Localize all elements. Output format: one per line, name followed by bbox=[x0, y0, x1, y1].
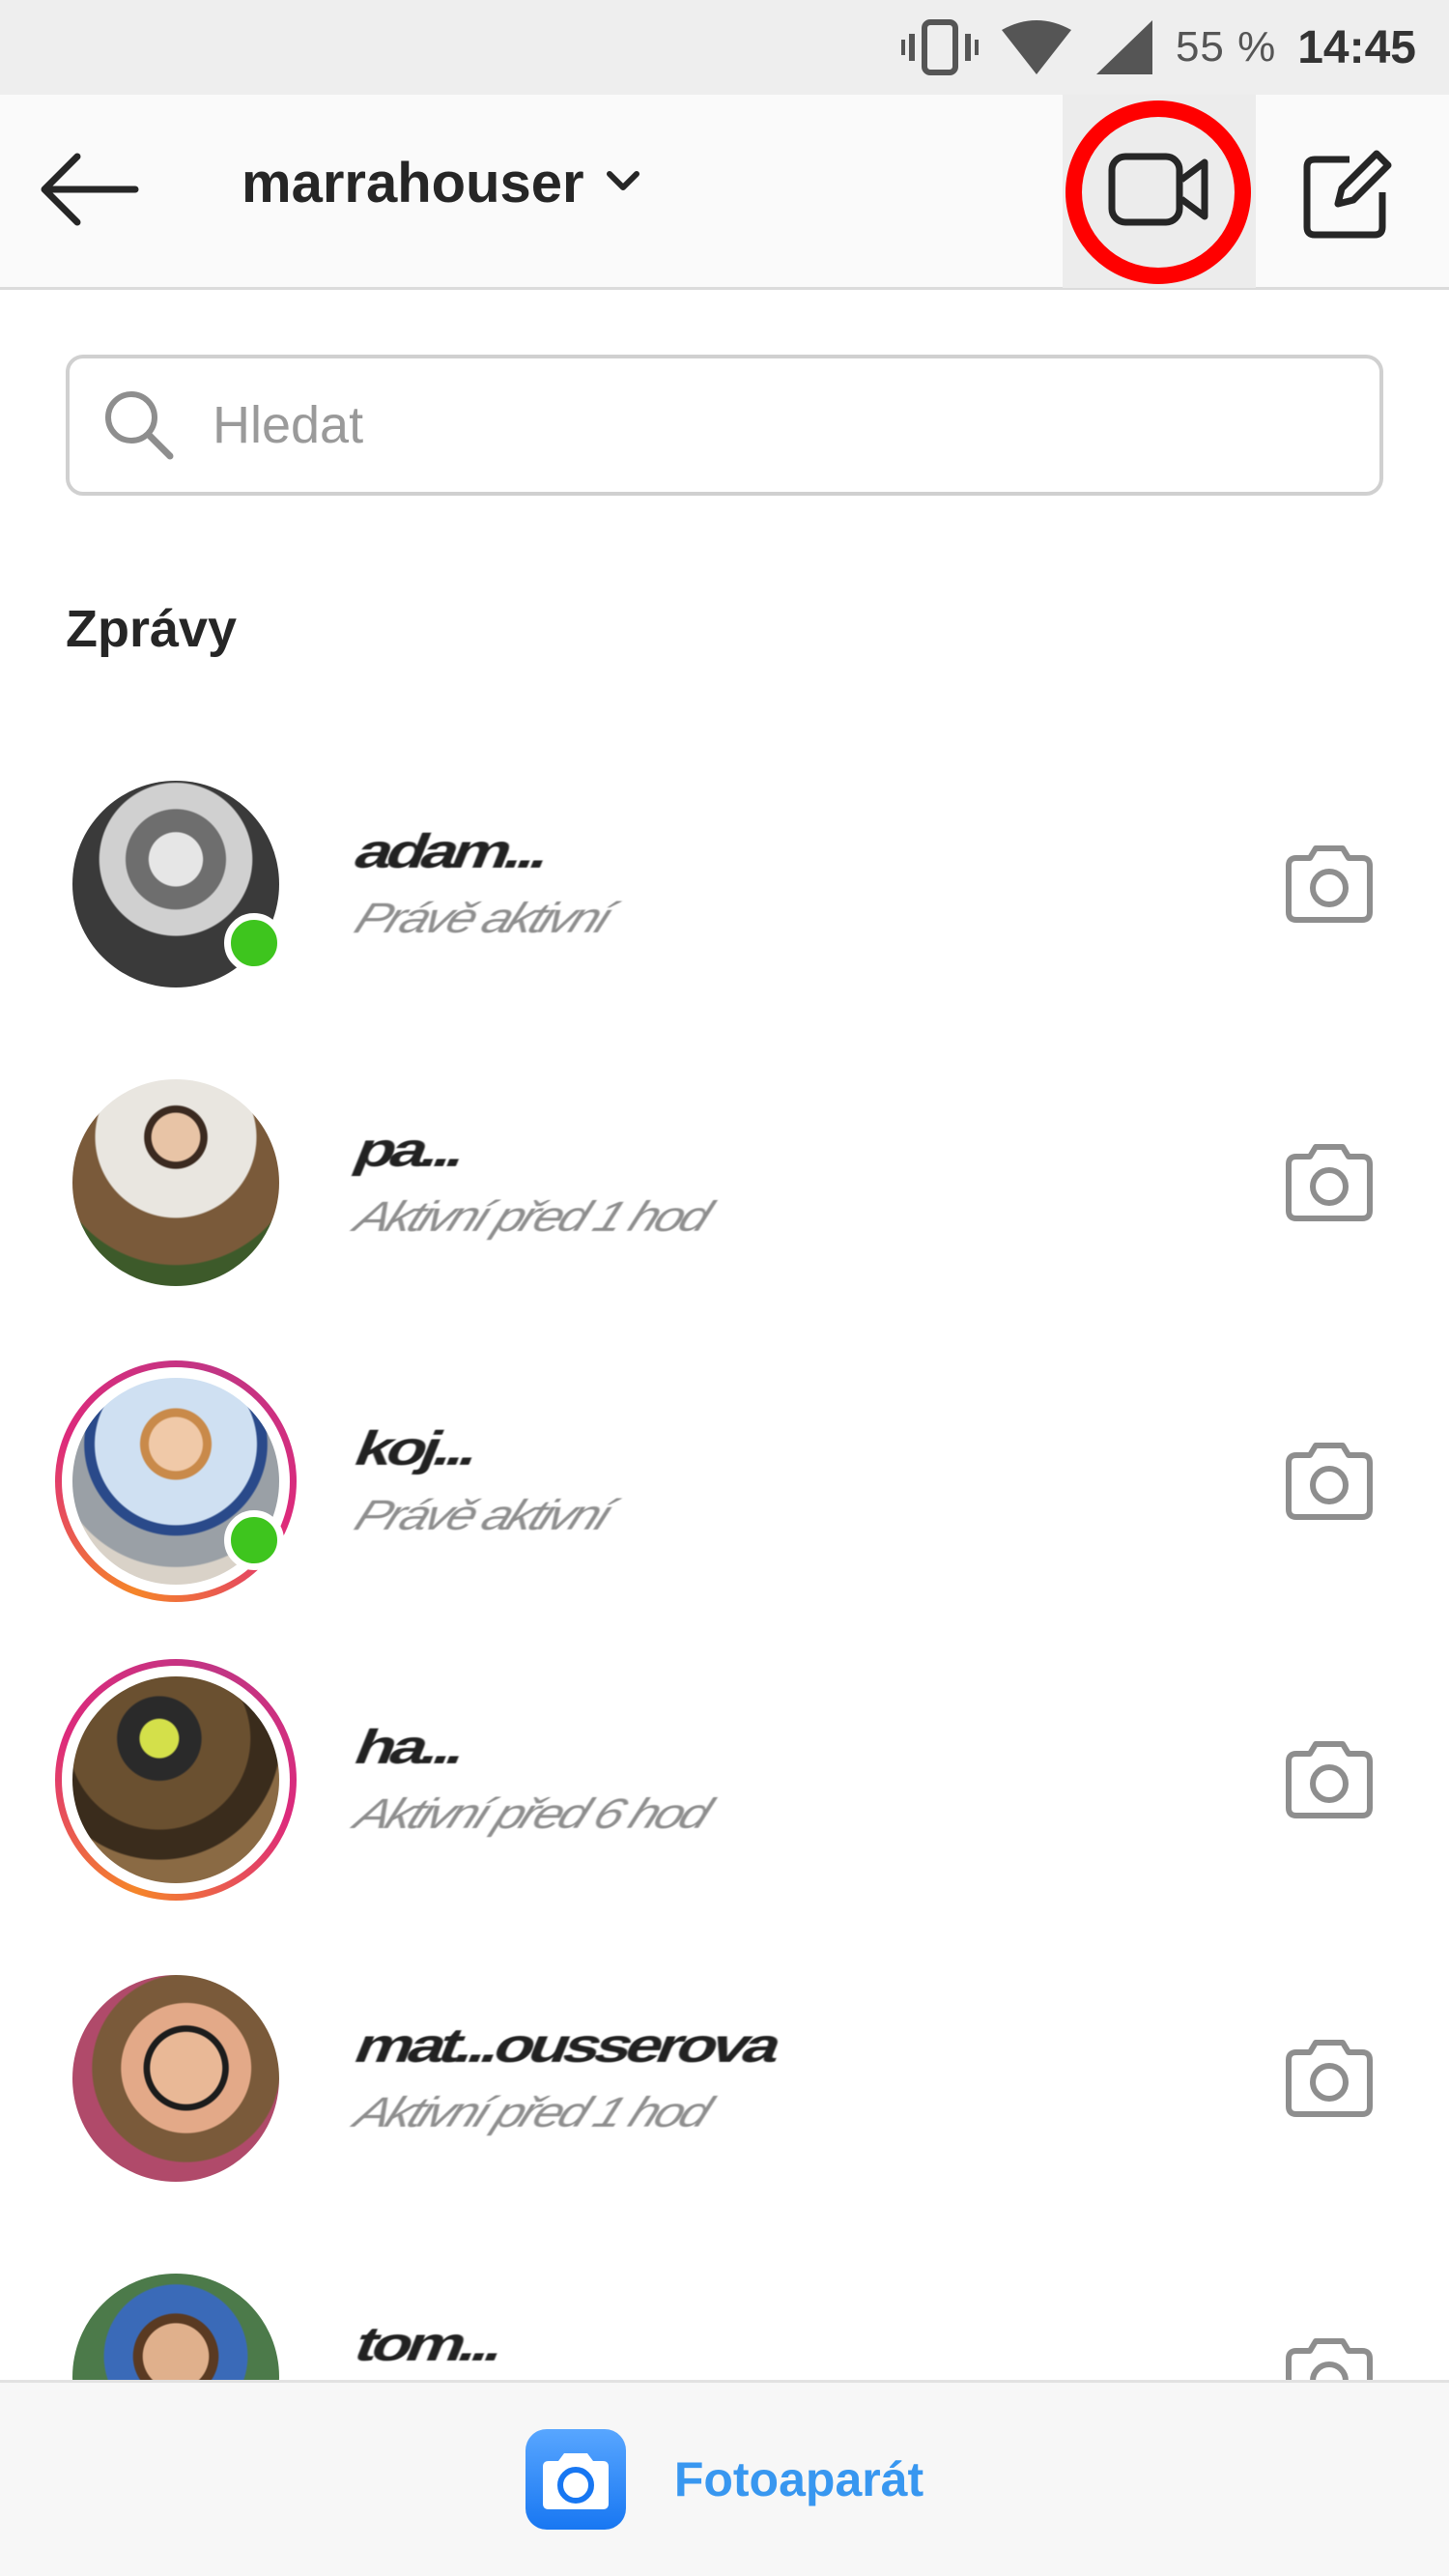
conversation-text: koj... Právě aktivní bbox=[347, 1420, 617, 1540]
status-bar: 55 % 14:45 bbox=[0, 0, 1449, 95]
conversation-list: adam... Právě aktivní pa... Aktivní před… bbox=[0, 763, 1449, 2555]
conversation-status: Aktivní před 1 hod bbox=[348, 2089, 716, 2136]
back-button[interactable] bbox=[39, 148, 155, 235]
page-title: marrahouser bbox=[242, 152, 584, 215]
conversation-item[interactable]: koj... Právě aktivní bbox=[0, 1360, 1449, 1659]
avatar-container bbox=[55, 763, 297, 1005]
camera-icon bbox=[1281, 1734, 1378, 1826]
avatar bbox=[72, 1079, 279, 1286]
conversation-status: Aktivní před 6 hod bbox=[348, 1790, 716, 1838]
online-indicator bbox=[224, 1510, 284, 1570]
camera-bar[interactable]: Fotoaparát bbox=[0, 2380, 1449, 2576]
camera-button[interactable] bbox=[1271, 2020, 1387, 2136]
conversation-name: koj... bbox=[346, 1421, 486, 1475]
compose-button[interactable] bbox=[1294, 143, 1401, 249]
video-call-button[interactable] bbox=[1063, 95, 1256, 288]
conversation-name: pa... bbox=[346, 1123, 473, 1177]
conversation-name: adam... bbox=[346, 824, 557, 878]
avatar-container bbox=[55, 1360, 297, 1602]
account-switcher[interactable]: marrahouser bbox=[242, 151, 642, 215]
wifi-icon bbox=[1000, 18, 1073, 76]
search-input[interactable] bbox=[213, 395, 1275, 455]
direct-inbox-screen: 55 % 14:45 marrahouser Hledat Zprávy ada… bbox=[0, 0, 1449, 2576]
camera-button[interactable] bbox=[1271, 826, 1387, 942]
signal-icon bbox=[1094, 18, 1154, 76]
conversation-text: ha... Aktivní před 6 hod bbox=[347, 1719, 716, 1839]
conversation-text: adam... Právě aktivní bbox=[347, 823, 617, 943]
conversation-name: mat...ousserova bbox=[346, 2018, 787, 2073]
conversation-name: tom... bbox=[346, 2317, 511, 2371]
camera-button[interactable] bbox=[1271, 1125, 1387, 1241]
messages-section-title: Zprávy bbox=[66, 600, 238, 658]
conversation-item[interactable]: adam... Právě aktivní bbox=[0, 763, 1449, 1062]
camera-icon bbox=[1281, 1436, 1378, 1528]
edit-icon bbox=[1299, 146, 1396, 247]
camera-button[interactable] bbox=[1271, 1423, 1387, 1539]
header: marrahouser bbox=[0, 95, 1449, 290]
camera-button[interactable] bbox=[1271, 1722, 1387, 1838]
camera-icon bbox=[1281, 839, 1378, 930]
conversation-item[interactable]: ha... Aktivní před 6 hod bbox=[0, 1659, 1449, 1958]
conversation-status: Právě aktivní bbox=[348, 1492, 617, 1539]
avatar-container bbox=[55, 1659, 297, 1901]
conversation-text: tom... bbox=[347, 2316, 511, 2388]
avatar bbox=[72, 1676, 279, 1883]
conversation-status: Aktivní před 1 hod bbox=[348, 1193, 716, 1241]
camera-icon bbox=[1281, 2033, 1378, 2125]
conversation-name: ha... bbox=[346, 1720, 473, 1774]
search-box[interactable] bbox=[66, 355, 1383, 496]
avatar bbox=[72, 1975, 279, 2182]
video-camera-icon bbox=[1106, 151, 1212, 233]
camera-app-icon bbox=[525, 2429, 626, 2530]
conversation-status: Právě aktivní bbox=[348, 895, 617, 942]
avatar-container bbox=[55, 1958, 297, 2199]
arrow-left-icon bbox=[39, 151, 139, 233]
conversation-text: pa... Aktivní před 1 hod bbox=[347, 1122, 716, 1242]
conversation-text: mat...ousserova Aktivní před 1 hod bbox=[347, 2018, 787, 2137]
search-icon bbox=[100, 386, 174, 465]
conversation-item[interactable]: mat...ousserova Aktivní před 1 hod bbox=[0, 1958, 1449, 2256]
avatar-container bbox=[55, 1062, 297, 1303]
chevron-down-icon bbox=[604, 166, 642, 200]
clock: 14:45 bbox=[1297, 21, 1416, 73]
camera-icon bbox=[1281, 1137, 1378, 1229]
battery-level: 55 % bbox=[1175, 23, 1277, 71]
conversation-item[interactable]: pa... Aktivní před 1 hod bbox=[0, 1062, 1449, 1360]
camera-label: Fotoaparát bbox=[673, 2452, 924, 2506]
vibrate-icon bbox=[900, 18, 979, 76]
online-indicator bbox=[224, 913, 284, 973]
